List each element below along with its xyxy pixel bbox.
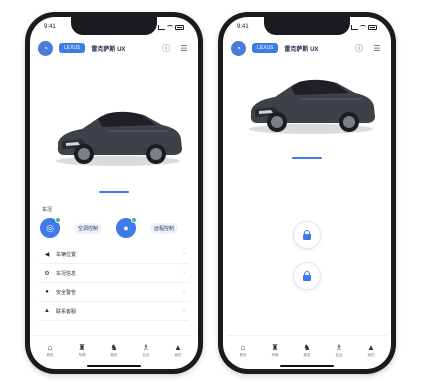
location-icon: ◀	[44, 251, 50, 258]
tab-label: 车辆	[271, 353, 279, 357]
battery-icon	[368, 24, 377, 30]
quick-actions: ◎ 空调控制 ● 远程控制	[40, 217, 188, 239]
community-icon: ♗	[142, 343, 150, 352]
signal-icon	[351, 24, 358, 30]
list-item[interactable]: ● 安全警告 ›	[39, 283, 189, 302]
phone-left: 9:41 ◔ LEXUS 雷克萨斯 UX ⓘ ☰ 车况 ◎ 空调控制 ● 远程控…	[25, 12, 203, 374]
status-icons	[158, 24, 184, 30]
chevron-right-icon: ›	[183, 270, 185, 276]
action-remote[interactable]: 远程控制	[140, 222, 188, 234]
wifi-icon	[167, 25, 173, 29]
home-indicator	[87, 365, 141, 367]
car-image	[249, 79, 375, 134]
brand-pill: LEXUS	[59, 43, 86, 53]
tab-car[interactable]: ♜ 车辆	[70, 343, 94, 358]
tab-bar: ⌂ 首页 ♜ 车辆 ♞ 服务 ♗ 社区 ▲ 我的	[227, 335, 387, 365]
service-icon: ♞	[110, 343, 118, 352]
wifi-icon	[360, 25, 366, 29]
chevron-right-icon: ›	[183, 251, 185, 257]
brand-pill: LEXUS	[252, 43, 279, 53]
user-icon: ▲	[44, 308, 50, 314]
tab-home[interactable]: ⌂ 首页	[38, 343, 62, 358]
action-climate-pill: 空调控制	[73, 223, 102, 234]
tab-label: 首页	[239, 353, 247, 357]
status-icons	[351, 24, 377, 30]
menu-label: 联系客服	[56, 308, 77, 315]
user-icon[interactable]: ●	[116, 217, 137, 238]
tab-label: 车辆	[78, 353, 86, 357]
tab-label: 我的	[367, 353, 375, 357]
unlock-icon	[303, 230, 311, 240]
profile-icon: ▲	[367, 343, 375, 352]
signal-icon	[158, 24, 165, 30]
tab-profile[interactable]: ▲ 我的	[359, 343, 383, 358]
service-icon: ♞	[303, 343, 311, 352]
menu-icon[interactable]: ☰	[371, 44, 383, 53]
car-icon: ♜	[271, 343, 279, 352]
tab-label: 首页	[46, 353, 54, 357]
lock-icon	[303, 271, 311, 281]
notch	[71, 17, 157, 35]
tab-home[interactable]: ⌂ 首页	[231, 343, 255, 358]
tab-label: 社区	[335, 353, 343, 357]
profile-icon[interactable]: ◔	[231, 40, 246, 56]
menu-label: 车况信息	[56, 270, 77, 277]
profile-icon: ▲	[174, 343, 182, 352]
tab-label: 我的	[174, 353, 182, 357]
car-title[interactable]: 雷克萨斯 UX	[91, 44, 154, 53]
action-climate[interactable]: 空调控制	[64, 222, 112, 234]
tab-service[interactable]: ♞ 服务	[102, 343, 126, 358]
list-item[interactable]: ⚙ 车况信息 ›	[39, 264, 189, 283]
phone-right: 9:41 ◔ LEXUS 雷克萨斯 UX ⓘ ☰ ⌂ 首页 ♜ 车辆 ♞ 服务 …	[218, 12, 396, 374]
tab-bar: ⌂ 首页 ♜ 车辆 ♞ 服务 ♗ 社区 ▲ 我的	[34, 335, 194, 365]
status-dot	[55, 217, 61, 223]
list-item[interactable]: ◀ 车辆位置 ›	[39, 245, 189, 264]
car-icon: ♜	[78, 343, 86, 352]
info-icon[interactable]: ⓘ	[353, 43, 365, 54]
info-icon[interactable]: ⓘ	[160, 43, 172, 54]
home-icon: ⌂	[240, 343, 246, 352]
menu-icon[interactable]: ☰	[178, 44, 190, 53]
tab-community[interactable]: ♗ 社区	[327, 343, 351, 358]
phone-left-screen: 9:41 ◔ LEXUS 雷克萨斯 UX ⓘ ☰ 车况 ◎ 空调控制 ● 远程控…	[30, 17, 198, 369]
temperature-icon[interactable]: ◎	[40, 217, 61, 238]
app-header: ◔ LEXUS 雷克萨斯 UX ⓘ ☰	[38, 39, 190, 57]
bell-icon: ●	[45, 289, 49, 295]
profile-icon[interactable]: ◔	[38, 40, 53, 56]
menu-label: 安全警告	[56, 289, 77, 296]
action-remote-pill: 远程控制	[149, 223, 178, 234]
menu-list: ◀ 车辆位置 › ⚙ 车况信息 › ● 安全警告 › ▲ 联系客服 ›	[39, 245, 189, 321]
lock-button[interactable]	[293, 262, 321, 290]
chevron-right-icon: ›	[183, 289, 185, 295]
status-time: 9:41	[44, 24, 56, 30]
car-image	[56, 111, 182, 166]
carousel-indicator	[292, 157, 322, 159]
tab-label: 服务	[110, 353, 118, 357]
showcase-scene: 9:41 ◔ LEXUS 雷克萨斯 UX ⓘ ☰ 车况 ◎ 空调控制 ● 远程控…	[0, 0, 421, 382]
tab-profile[interactable]: ▲ 我的	[166, 343, 190, 358]
tab-service[interactable]: ♞ 服务	[295, 343, 319, 358]
section-label: 车况	[42, 207, 53, 213]
home-icon: ⌂	[47, 343, 53, 352]
tab-community[interactable]: ♗ 社区	[134, 343, 158, 358]
battery-icon	[175, 24, 184, 30]
fuel-icon: ⚙	[44, 270, 50, 277]
tab-car[interactable]: ♜ 车辆	[263, 343, 287, 358]
chevron-right-icon: ›	[183, 308, 185, 314]
notch	[264, 17, 350, 35]
status-time: 9:41	[237, 24, 249, 30]
carousel-indicator	[99, 191, 129, 193]
tab-label: 社区	[142, 353, 150, 357]
status-dot	[131, 217, 137, 223]
home-indicator	[280, 365, 334, 367]
list-item[interactable]: ▲ 联系客服 ›	[39, 302, 189, 321]
car-title[interactable]: 雷克萨斯 UX	[284, 44, 347, 53]
phone-right-screen: 9:41 ◔ LEXUS 雷克萨斯 UX ⓘ ☰ ⌂ 首页 ♜ 车辆 ♞ 服务 …	[223, 17, 391, 369]
unlock-button[interactable]	[293, 221, 321, 249]
menu-label: 车辆位置	[56, 251, 77, 258]
tab-label: 服务	[303, 353, 311, 357]
app-header: ◔ LEXUS 雷克萨斯 UX ⓘ ☰	[231, 39, 383, 57]
community-icon: ♗	[335, 343, 343, 352]
